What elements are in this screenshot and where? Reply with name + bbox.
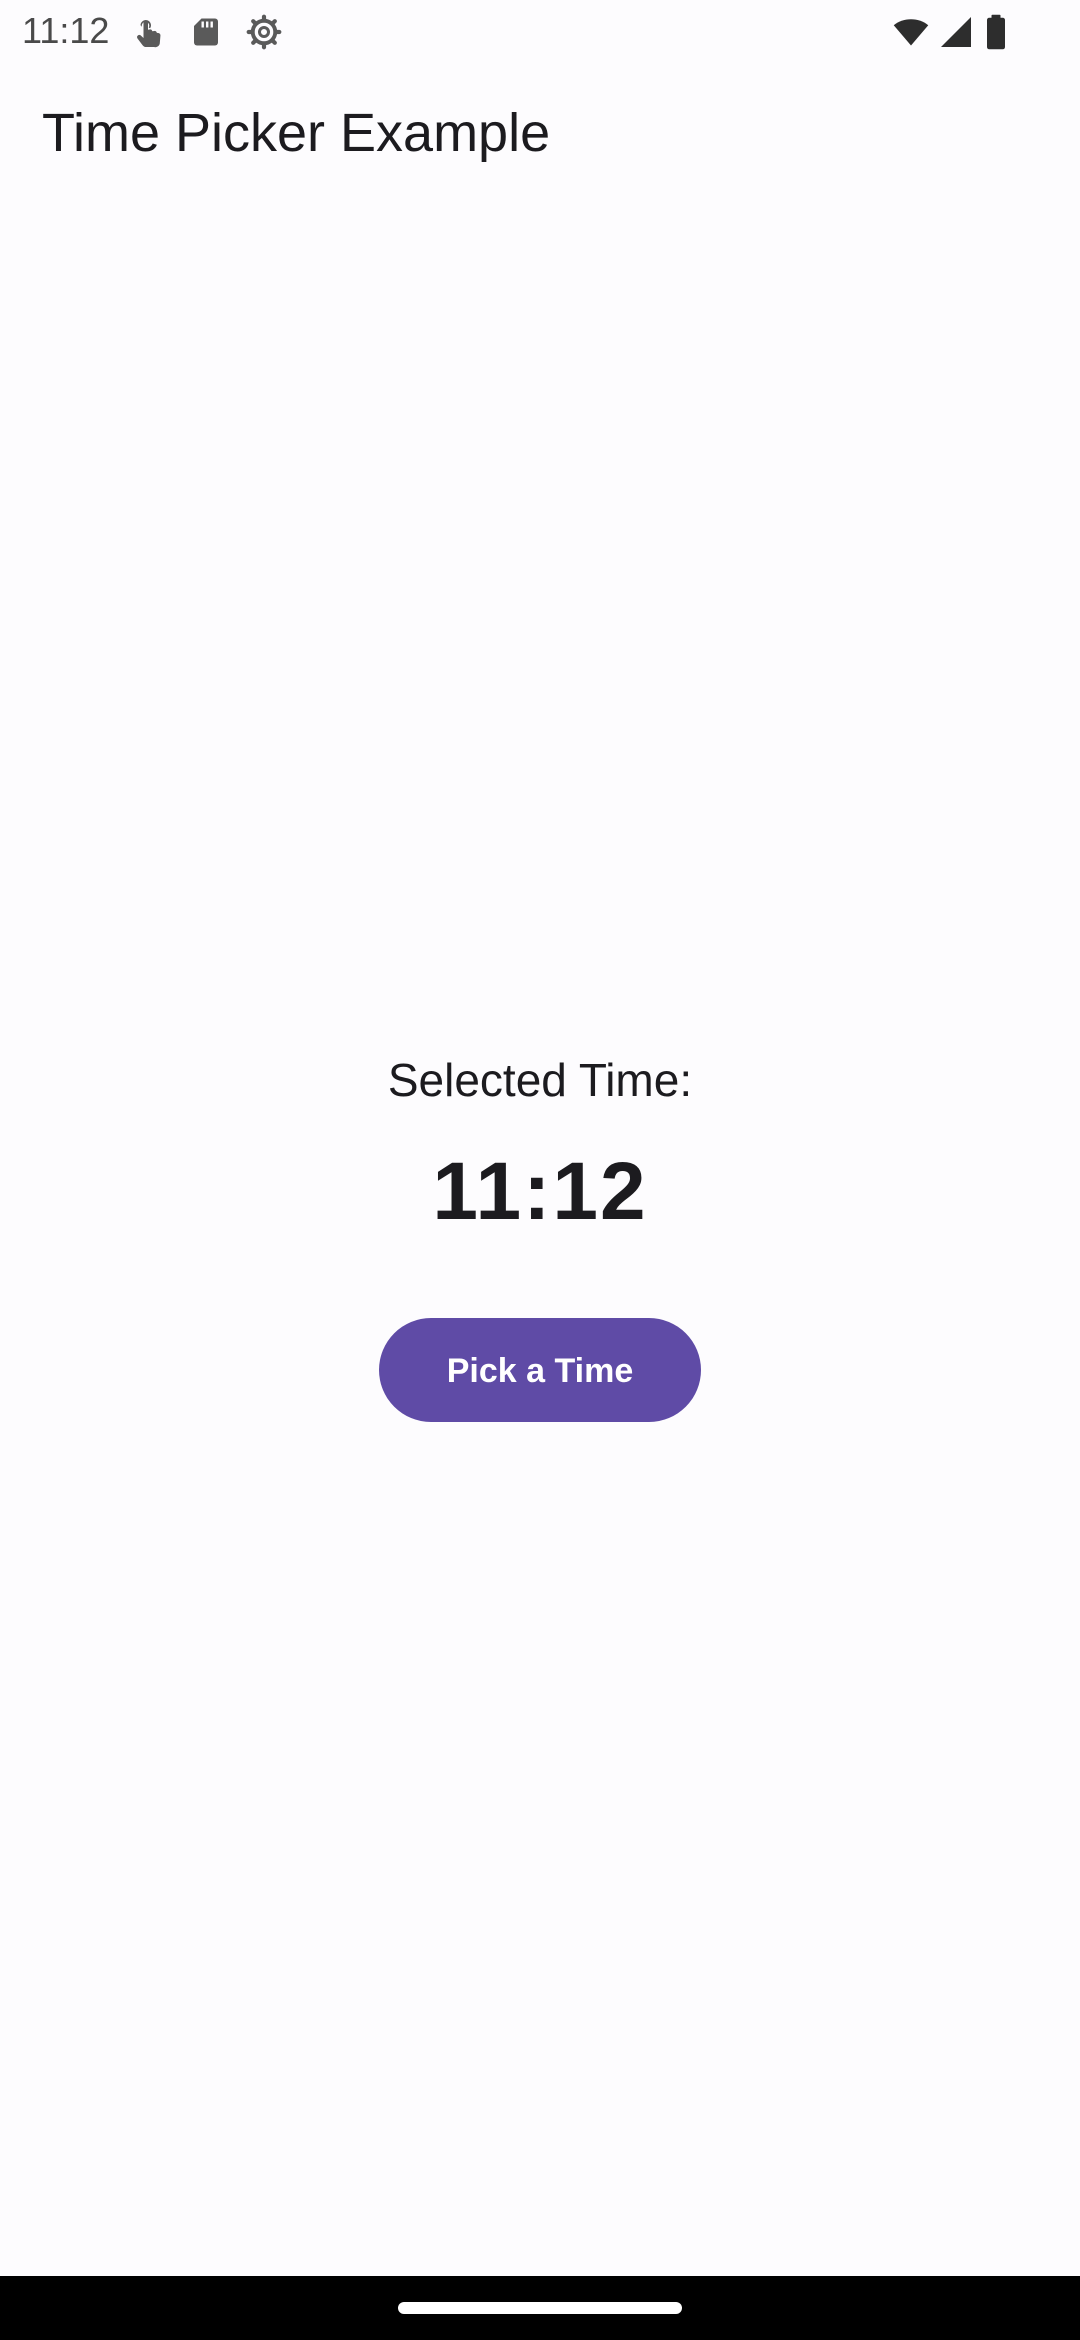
status-bar: 11:12 <box>0 0 1080 66</box>
sd-card-icon <box>188 14 224 50</box>
navigation-bar <box>0 2276 1080 2340</box>
battery-icon <box>984 14 1008 50</box>
wifi-icon <box>890 14 932 50</box>
pick-time-button[interactable]: Pick a Time <box>379 1318 701 1422</box>
app-bar: Time Picker Example <box>0 66 1080 206</box>
status-time: 11:12 <box>22 10 110 51</box>
selected-time-label: Selected Time: <box>387 1054 693 1106</box>
home-gesture-handle[interactable] <box>398 2302 682 2314</box>
touch-icon <box>130 14 166 50</box>
app-title: Time Picker Example <box>42 103 551 163</box>
selected-time-value: 11:12 <box>432 1146 648 1237</box>
screen: 11:12 Time Picker Example Selected Time:… <box>0 0 1080 2340</box>
time-display-section: Selected Time: 11:12 Pick a Time <box>0 1040 1080 1422</box>
settings-gear-icon <box>246 14 282 50</box>
cell-signal-icon <box>938 14 974 50</box>
